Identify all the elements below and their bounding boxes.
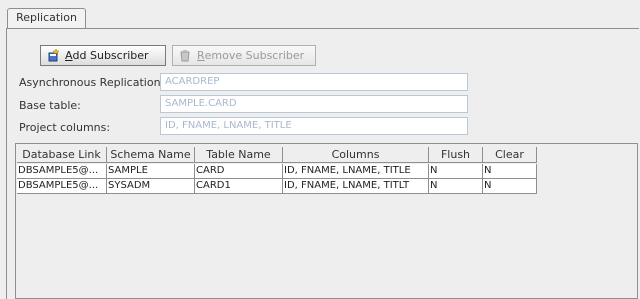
async-replication-field[interactable]: ACARDREP bbox=[160, 73, 468, 91]
column-header-table-name[interactable]: Table Name bbox=[195, 147, 283, 163]
cell-columns: ID, FNAME, LNAME, TITLE bbox=[283, 164, 429, 179]
cell-table-name: CARD1 bbox=[195, 179, 283, 194]
cell-database-link: DBSAMPLE5@... bbox=[17, 179, 107, 194]
project-columns-label: Project columns: bbox=[19, 121, 111, 134]
column-header-columns[interactable]: Columns bbox=[283, 147, 429, 163]
cell-flush: N bbox=[429, 164, 483, 179]
add-subscriber-label: dd Subscriber bbox=[72, 49, 149, 62]
tab-replication[interactable]: Replication bbox=[7, 8, 86, 28]
table-header: Database Link Schema Name Table Name Col… bbox=[17, 147, 537, 163]
cell-clear: N bbox=[483, 164, 537, 179]
tab-replication-label: Replication bbox=[16, 11, 77, 24]
remove-subscriber-icon bbox=[179, 49, 192, 62]
add-subscriber-button[interactable]: Add Subscriber bbox=[40, 45, 166, 66]
cell-clear: N bbox=[483, 179, 537, 194]
column-header-clear[interactable]: Clear bbox=[483, 147, 537, 163]
remove-subscriber-mnemonic: R bbox=[197, 49, 205, 62]
replication-window: Replication Add Subscriber Remove Subscr… bbox=[0, 0, 640, 299]
column-header-schema-name[interactable]: Schema Name bbox=[107, 147, 195, 163]
base-table-field[interactable]: SAMPLE.CARD bbox=[160, 95, 468, 113]
add-subscriber-icon bbox=[47, 48, 60, 62]
cell-flush: N bbox=[429, 179, 483, 194]
cell-table-name: CARD bbox=[195, 164, 283, 179]
remove-subscriber-button[interactable]: Remove Subscriber bbox=[172, 45, 316, 66]
cell-columns: ID, FNAME, LNAME, TITLT bbox=[283, 179, 429, 194]
add-subscriber-mnemonic: A bbox=[65, 49, 73, 62]
column-header-database-link[interactable]: Database Link bbox=[17, 147, 107, 163]
table-row[interactable]: DBSAMPLE5@... SAMPLE CARD ID, FNAME, LNA… bbox=[17, 164, 537, 180]
cell-schema-name: SYSADM bbox=[107, 179, 195, 194]
cell-database-link: DBSAMPLE5@... bbox=[17, 164, 107, 179]
async-replication-label: Asynchronous Replication: bbox=[19, 76, 165, 89]
column-header-flush[interactable]: Flush bbox=[429, 147, 483, 163]
cell-schema-name: SAMPLE bbox=[107, 164, 195, 179]
subscribers-table: Database Link Schema Name Table Name Col… bbox=[15, 143, 638, 299]
project-columns-field[interactable]: ID, FNAME, LNAME, TITLE bbox=[160, 117, 468, 135]
remove-subscriber-label: emove Subscriber bbox=[204, 49, 305, 62]
table-row[interactable]: DBSAMPLE5@... SYSADM CARD1 ID, FNAME, LN… bbox=[17, 179, 537, 195]
base-table-label: Base table: bbox=[19, 99, 81, 112]
